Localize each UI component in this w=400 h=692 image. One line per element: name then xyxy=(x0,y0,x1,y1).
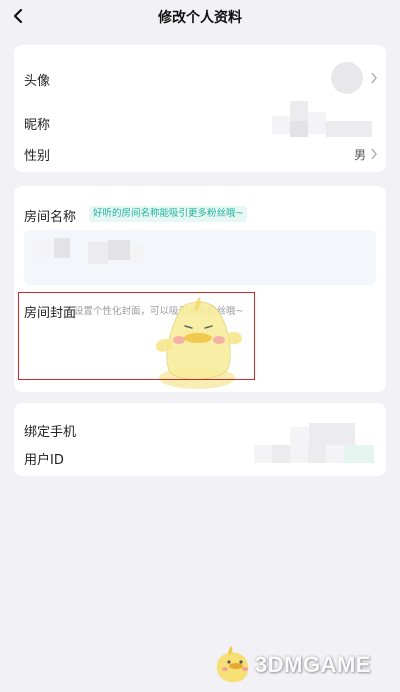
gender-label: 性别 xyxy=(24,149,51,164)
avatar[interactable] xyxy=(331,62,363,94)
watermark-text: 3DMGAME xyxy=(255,652,371,677)
avatar-label: 头像 xyxy=(24,74,51,89)
profile-card: 头像 昵称 性别 男 xyxy=(14,45,386,172)
watermark-logo: 3DMGAME xyxy=(205,642,400,687)
gender-row[interactable]: 性别 xyxy=(14,137,386,167)
room-cover-highlight-box xyxy=(18,292,255,380)
bind-phone-label[interactable]: 绑定手机 xyxy=(24,421,76,440)
chevron-right-icon xyxy=(371,148,377,160)
top-bar: 修改个人资料 xyxy=(0,0,400,36)
nickname-label: 昵称 xyxy=(24,118,51,133)
mascot-logo-icon xyxy=(216,646,249,683)
nickname-row[interactable]: 昵称 xyxy=(14,101,386,137)
gender-value: 男 xyxy=(354,148,367,162)
room-name-tip: 好听的房间名称能吸引更多粉丝哦~ xyxy=(89,206,248,222)
room-name-input[interactable] xyxy=(24,230,376,285)
page-title: 修改个人资料 xyxy=(158,10,242,26)
account-card: 绑定手机 用户ID xyxy=(14,403,386,476)
avatar-row[interactable]: 头像 xyxy=(14,45,386,107)
room-name-label: 房间名称 xyxy=(24,210,77,225)
room-name-blurred xyxy=(34,240,52,258)
user-id-label: 用户ID xyxy=(24,453,64,468)
chevron-right-icon xyxy=(371,72,377,84)
